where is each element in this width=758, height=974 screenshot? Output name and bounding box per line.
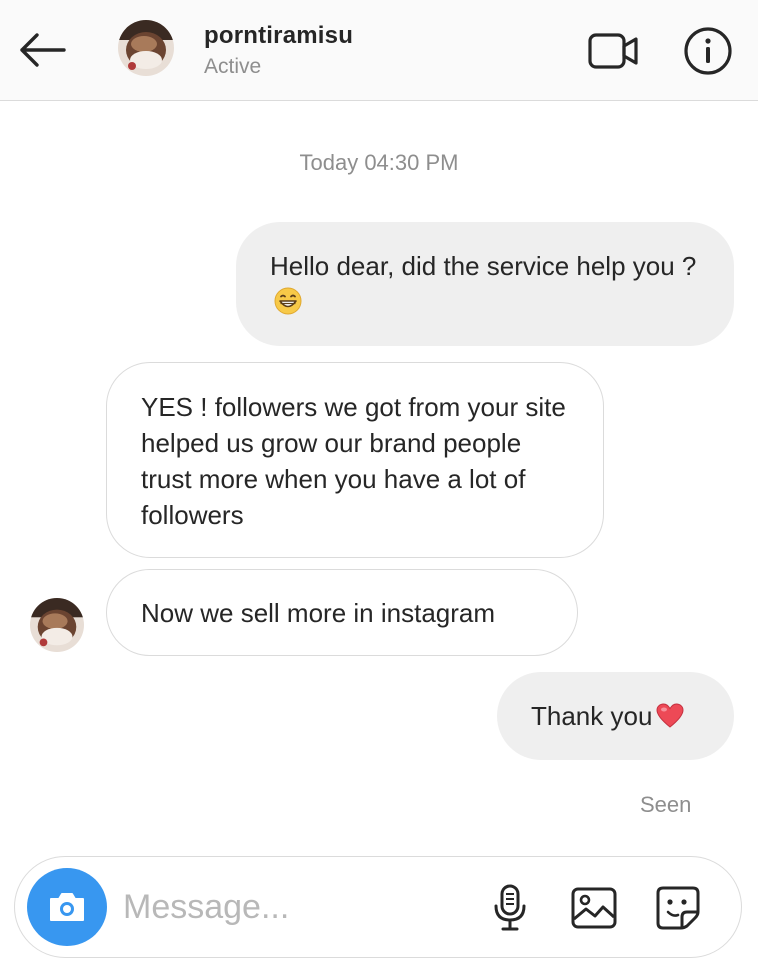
direct-message-screen: porntiramisu Active Today 04:30 PM Hello… bbox=[0, 0, 758, 974]
avatar-image bbox=[30, 598, 84, 652]
sent-message[interactable]: Thank you bbox=[497, 672, 734, 760]
sent-message[interactable]: Hello dear, did the service help you ? bbox=[236, 222, 734, 346]
message-input[interactable] bbox=[123, 879, 463, 935]
microphone-icon bbox=[494, 884, 526, 931]
chat-header: porntiramisu Active bbox=[0, 0, 758, 101]
received-message[interactable]: Now we sell more in instagram bbox=[106, 569, 578, 656]
received-message[interactable]: YES ! followers we got from your site he… bbox=[106, 362, 604, 558]
video-call-button[interactable] bbox=[584, 27, 644, 75]
red-heart-emoji-icon bbox=[656, 702, 684, 738]
camera-button[interactable] bbox=[27, 868, 107, 946]
sender-avatar[interactable] bbox=[30, 598, 84, 652]
grinning-face-emoji-icon bbox=[274, 287, 302, 324]
active-status: Active bbox=[204, 55, 262, 78]
chat-username[interactable]: porntiramisu bbox=[204, 22, 353, 50]
message-text: Now we sell more in instagram bbox=[141, 598, 496, 628]
avatar-image bbox=[118, 20, 174, 76]
profile-avatar[interactable] bbox=[118, 20, 174, 76]
seen-receipt: Seen bbox=[640, 792, 692, 817]
message-text: Hello dear, did the service help you ? bbox=[270, 251, 697, 281]
message-composer bbox=[14, 856, 742, 958]
info-icon bbox=[684, 27, 732, 75]
video-camera-icon bbox=[588, 33, 638, 69]
gallery-button[interactable] bbox=[567, 881, 621, 935]
message-text: YES ! followers we got from your site he… bbox=[141, 392, 566, 530]
camera-icon bbox=[50, 893, 84, 921]
sticker-button[interactable] bbox=[651, 881, 705, 935]
sticker-icon bbox=[656, 886, 700, 930]
voice-message-button[interactable] bbox=[483, 881, 537, 935]
info-button[interactable] bbox=[680, 23, 736, 79]
back-arrow-icon bbox=[20, 33, 66, 67]
message-text: Thank you bbox=[531, 701, 653, 731]
message-timestamp: Today 04:30 PM bbox=[299, 150, 459, 175]
image-icon bbox=[571, 887, 617, 929]
back-button[interactable] bbox=[14, 26, 70, 74]
